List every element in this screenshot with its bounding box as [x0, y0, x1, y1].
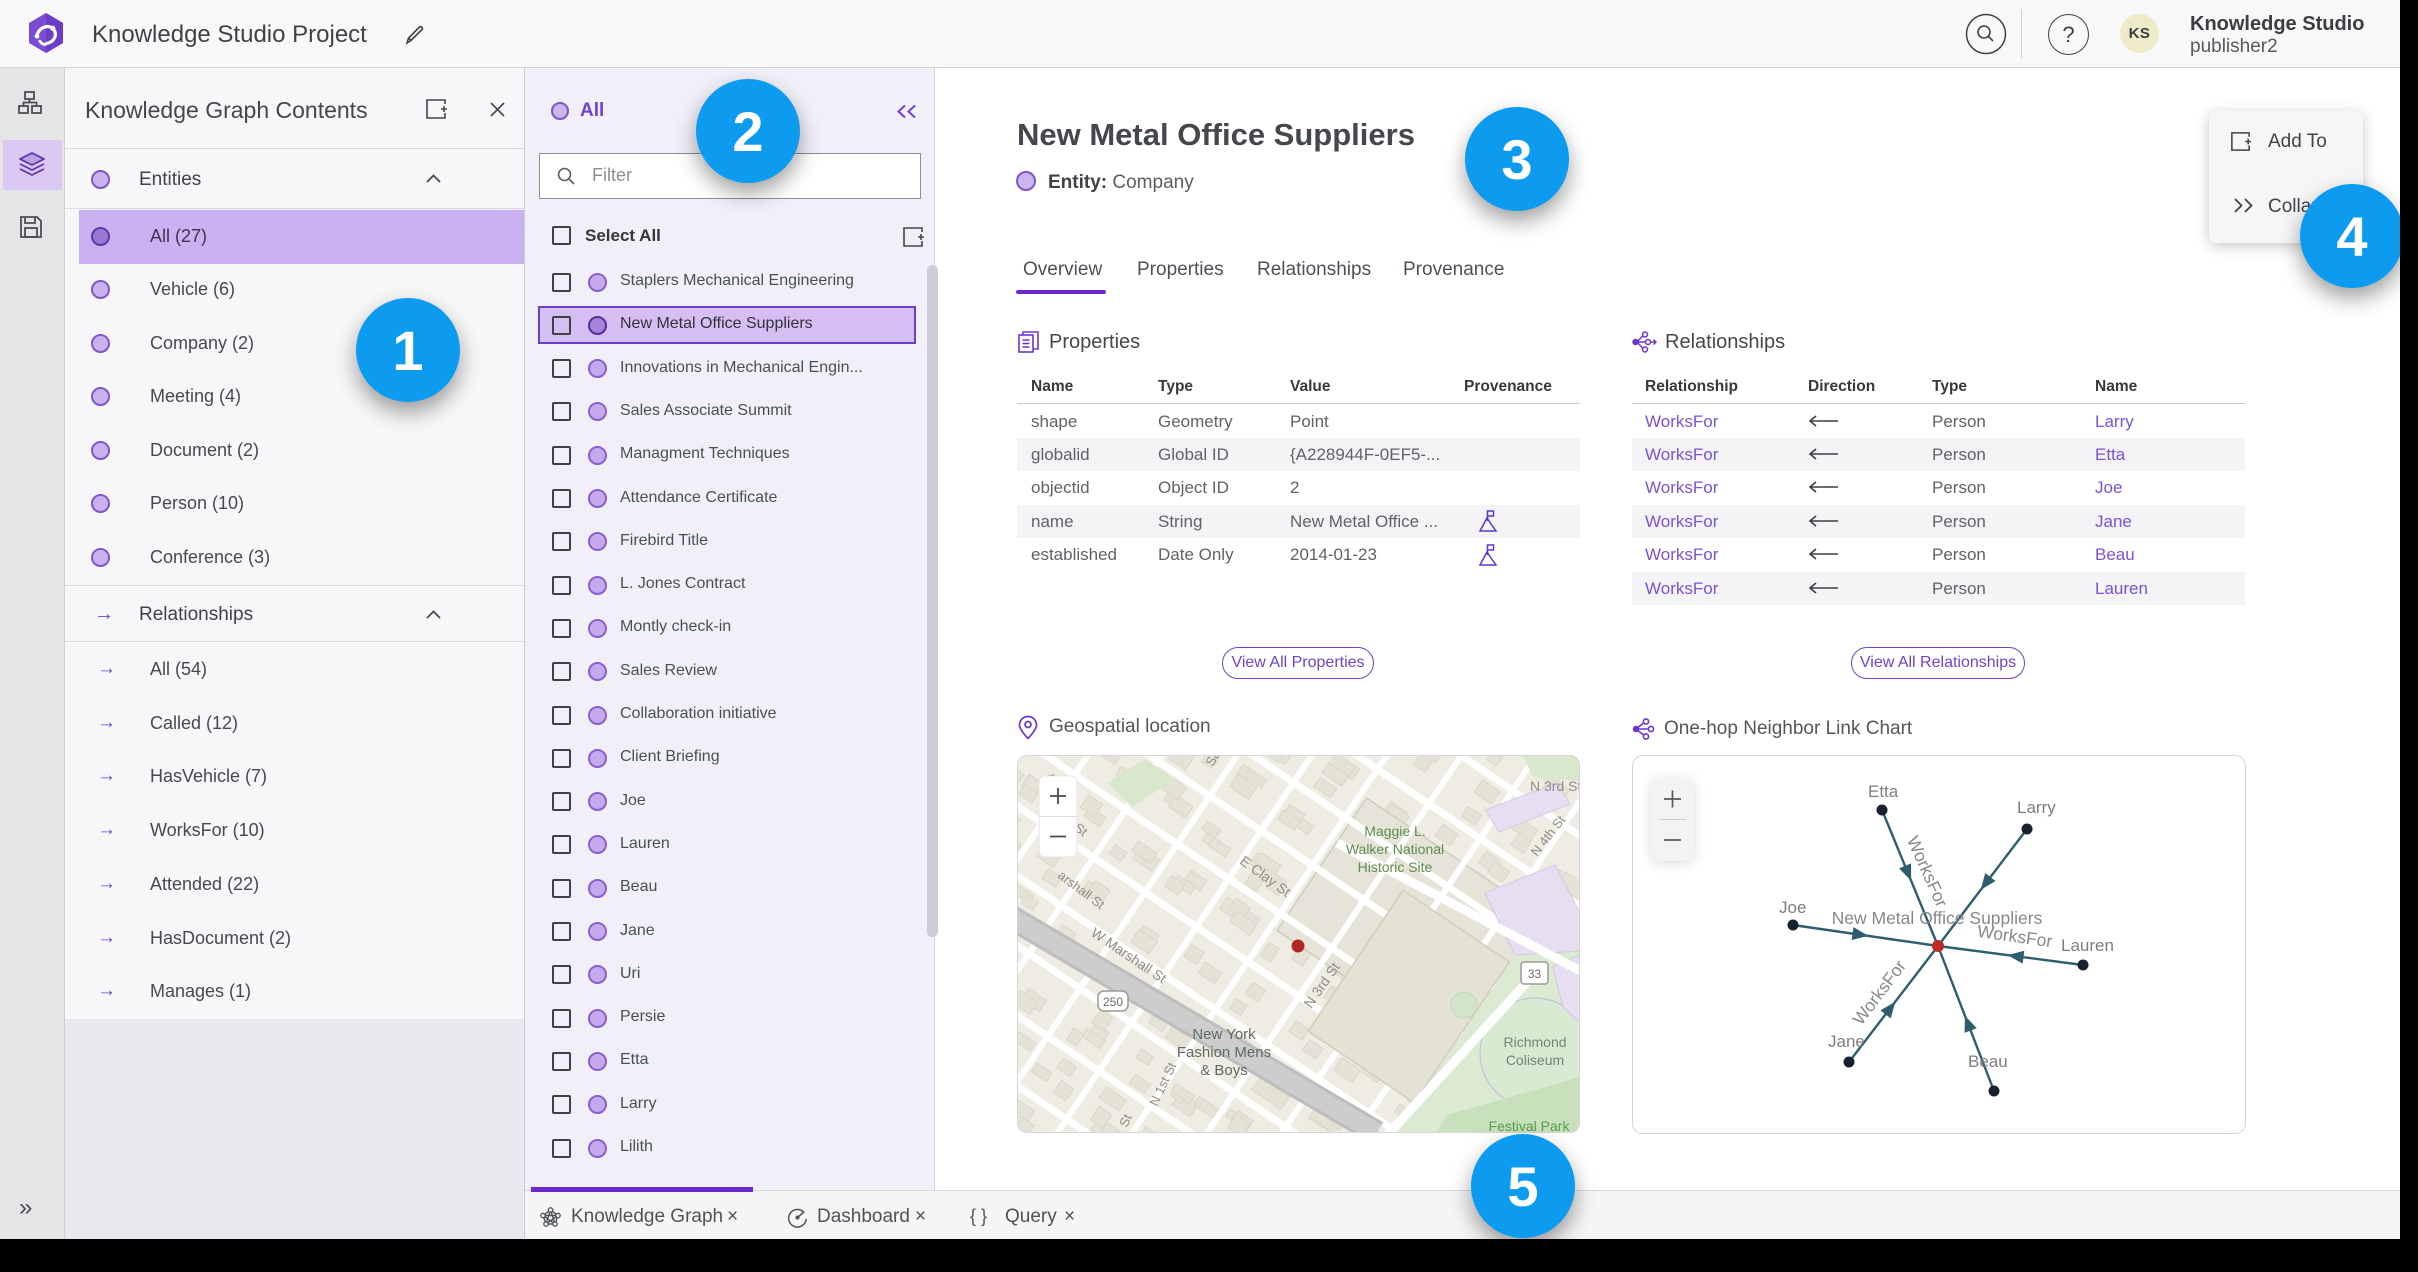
svg-text:Jane: Jane: [1828, 1032, 1865, 1051]
svg-text:Festival Park: Festival Park: [1489, 1118, 1571, 1133]
svg-text:Walker National: Walker National: [1346, 841, 1444, 857]
svg-text:Larry: Larry: [2017, 798, 2056, 817]
svg-text:Lauren: Lauren: [2061, 936, 2114, 955]
svg-text:Beau: Beau: [1968, 1052, 2008, 1071]
svg-text:Fashion Mens: Fashion Mens: [1177, 1044, 1271, 1061]
svg-text:33: 33: [1528, 967, 1542, 981]
svg-text:Joe: Joe: [1779, 898, 1806, 917]
svg-text:Etta: Etta: [1868, 782, 1899, 801]
svg-text:Richmond: Richmond: [1503, 1034, 1566, 1050]
svg-text:Coliseum: Coliseum: [1506, 1052, 1564, 1068]
svg-text:& Boys: & Boys: [1200, 1062, 1248, 1079]
svg-text:250: 250: [1103, 995, 1123, 1009]
svg-text:N 3rd St: N 3rd St: [1530, 778, 1580, 794]
svg-text:Maggie L.: Maggie L.: [1364, 823, 1425, 839]
svg-text:New York: New York: [1192, 1026, 1256, 1043]
svg-text:Historic Site: Historic Site: [1358, 859, 1433, 875]
